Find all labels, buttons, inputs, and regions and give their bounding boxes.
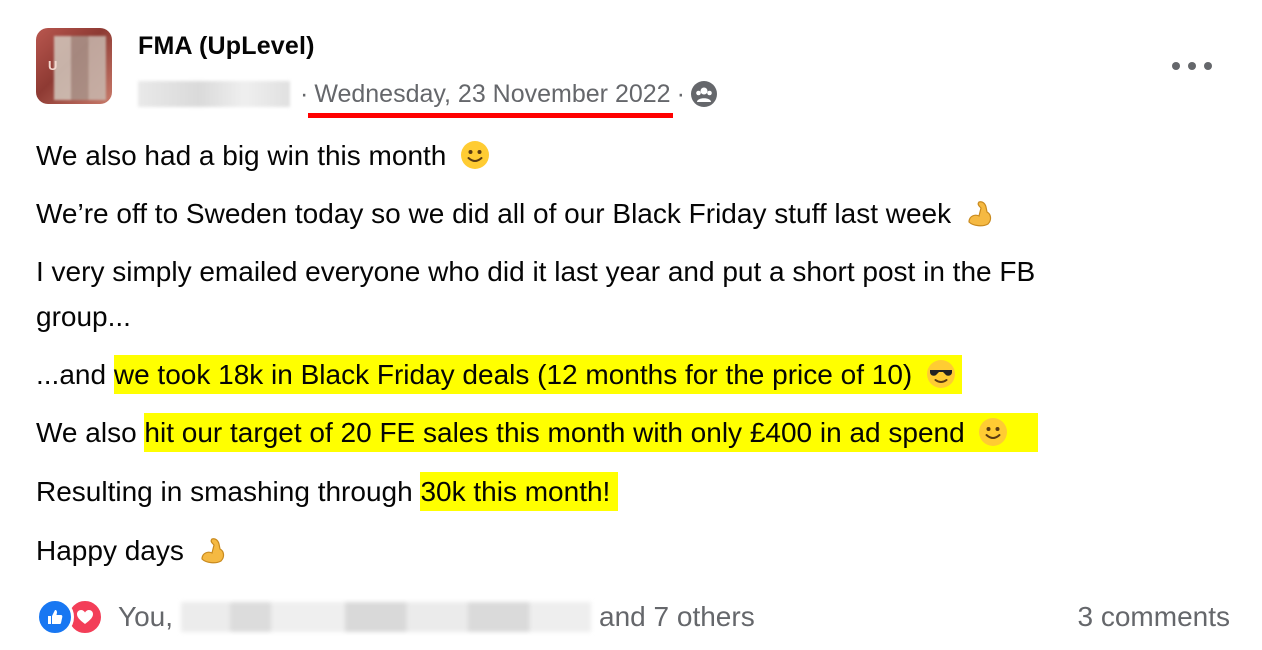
avatar-blur (54, 36, 106, 100)
post-text-line: ...and we took 18k in Black Friday deals… (36, 355, 963, 395)
comments-count-link[interactable]: 3 comments (1078, 597, 1231, 637)
text-line-1: We also had a big win this month (36, 140, 447, 171)
highlight-fe-sales: hit our target of 20 FE sales this month… (144, 417, 965, 448)
post-text-line: We’re off to Sweden today so we did all … (36, 194, 995, 234)
highlighted-text: we took 18k in Black Friday deals (12 mo… (113, 355, 963, 394)
post-text-line: Resulting in smashing through 30k this m… (36, 472, 619, 512)
red-underline-annotation (308, 112, 673, 118)
reactors-prefix: You, (118, 601, 174, 632)
avatar-letter: U (48, 58, 58, 73)
highlight-black-friday: we took 18k in Black Friday deals (12 mo… (113, 359, 913, 390)
redacted-poster-name (138, 81, 290, 107)
reactors-suffix: and 7 others (599, 601, 755, 632)
redacted-reactor-names (181, 602, 592, 632)
post-text-line: I very simply emailed everyone who did i… (36, 252, 1035, 292)
text-line-8: Happy days (36, 535, 184, 566)
highlight-30k: 30k this month! (420, 472, 619, 511)
highlighted-text: hit our target of 20 FE sales this month… (144, 413, 1039, 452)
meta-separator: · (300, 79, 309, 108)
meta-separator-2: · (676, 79, 685, 108)
facebook-post: U FMA (UpLevel) · Wednesday, 23 November… (0, 0, 1262, 650)
like-icon (36, 598, 74, 636)
text-line-7-prefix: Resulting in smashing through (36, 476, 421, 507)
post-meta: · Wednesday, 23 November 2022 · (138, 78, 717, 118)
post-timestamp[interactable]: Wednesday, 23 November 2022 (308, 79, 673, 118)
reactors-text: You, and 7 others (118, 601, 755, 633)
avatar[interactable]: U (36, 28, 112, 104)
text-line-5-prefix: ...and (36, 359, 114, 390)
post-text-line: Happy days (36, 531, 228, 571)
author-name[interactable]: FMA (UpLevel) (138, 32, 315, 61)
flexed-biceps-icon (968, 201, 992, 227)
text-line-3: I very simply emailed everyone who did i… (36, 256, 1036, 287)
flexed-biceps-icon (201, 538, 224, 564)
more-options-icon[interactable] (1172, 56, 1212, 76)
sunglasses-face-icon (927, 360, 956, 388)
text-line-4: group... (36, 301, 131, 332)
post-date-text: Wednesday, 23 November 2022 (314, 79, 671, 108)
post-text-line: We also hit our target of 20 FE sales th… (36, 413, 1039, 453)
text-line-6-prefix: We also (36, 417, 145, 448)
reactions-summary[interactable]: You, and 7 others (36, 597, 755, 637)
post-text-line: We also had a big win this month (36, 136, 490, 176)
slightly-smiling-face-icon (979, 418, 1008, 446)
post-text-line: group... (36, 297, 131, 337)
text-line-2: We’re off to Sweden today so we did all … (36, 198, 952, 229)
slightly-smiling-face-icon (461, 141, 490, 169)
group-audience-icon[interactable] (690, 81, 717, 107)
